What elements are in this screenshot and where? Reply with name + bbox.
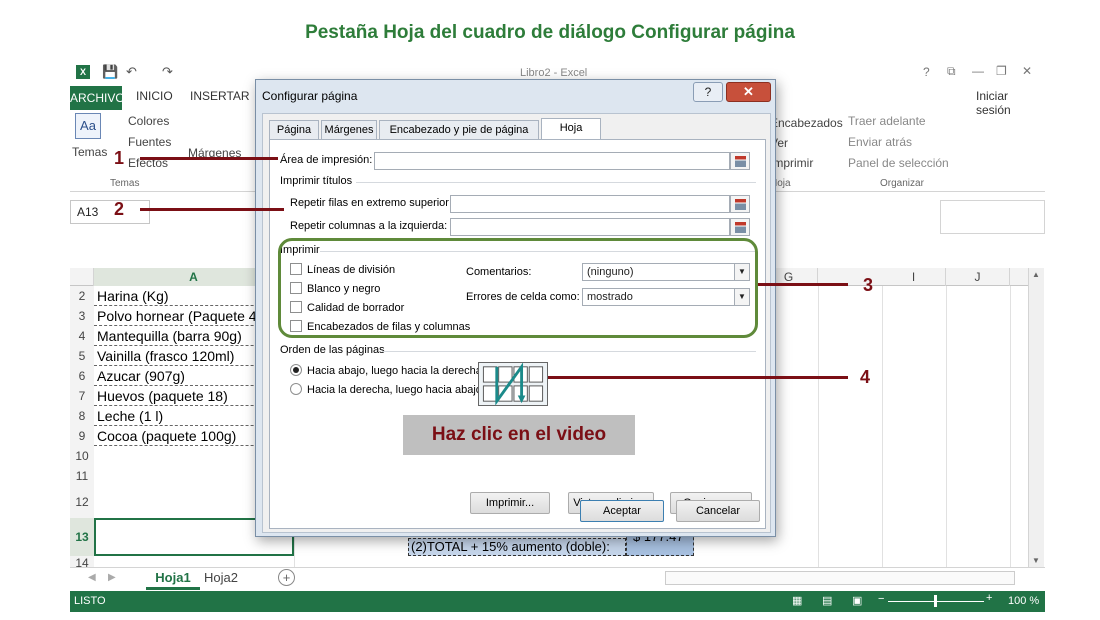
row-header-5[interactable]: 5 [70,346,94,366]
print-titles-heading: Imprimir títulos [280,175,353,187]
close-icon[interactable]: ✕ [1022,64,1032,78]
row-header-10[interactable]: 10 [70,446,94,466]
page-break-icon[interactable]: ▣ [852,594,862,607]
sheet-tab-hoja2[interactable]: Hoja2 [204,570,238,585]
repeat-columns-input[interactable] [450,218,730,236]
excel-logo-icon: X [76,65,90,79]
tab-pagina[interactable]: Página [269,120,319,140]
dialog-close-button[interactable]: ✕ [726,82,771,102]
row-header-8[interactable]: 8 [70,406,94,426]
zoom-out-icon[interactable]: − [878,593,884,605]
print-button[interactable]: Imprimir... [470,492,550,514]
themes-icon[interactable]: Aa [75,113,101,139]
themes-button-label[interactable]: Temas [72,145,107,159]
repeat-rows-ref-icon[interactable] [730,195,750,213]
tab-encabezado[interactable]: Encabezado y pie de página [379,120,539,140]
cancel-button[interactable]: Cancelar [676,500,760,522]
restore-icon[interactable]: ❐ [996,64,1007,78]
bring-forward-button[interactable]: Traer adelante [848,114,926,128]
repeat-rows-input[interactable] [450,195,730,213]
callout-line-3 [758,283,848,286]
radio-down-then-over[interactable] [290,364,302,376]
dialog-help-button[interactable]: ? [693,82,723,102]
scroll-up-icon[interactable]: ▲ [1032,270,1040,279]
colors-button[interactable]: Colores [128,114,169,128]
row-header-9[interactable]: 9 [70,426,94,446]
zoom-thumb[interactable] [934,595,937,607]
select-all-corner[interactable] [70,268,94,286]
repeat-rows-label: Repetir filas en extremo superior: [290,197,453,209]
save-icon[interactable]: 💾 [102,64,118,80]
highlight-print-section [278,238,758,338]
normal-view-icon[interactable]: ▦ [792,594,802,607]
headings-label: Encabezados [770,116,843,130]
sheet-tab-hoja1[interactable]: Hoja1 [146,568,200,590]
scroll-down-icon[interactable]: ▼ [1032,556,1040,565]
accept-button[interactable]: Aceptar [580,500,664,522]
row-header-2[interactable]: 2 [70,286,94,306]
sheet-tabs-bar: ◀ ▶ Hoja1 Hoja2 + [70,567,1045,591]
group-temas: Temas [110,178,140,189]
tab-insertar[interactable]: INSERTAR [190,89,250,103]
name-box[interactable]: A13 [70,200,150,224]
row-header-7[interactable]: 7 [70,386,94,406]
zoom-in-icon[interactable]: + [986,592,992,604]
column-header-i[interactable]: I [882,268,946,286]
callout-line-4 [548,376,848,379]
repeat-columns-label: Repetir columnas a la izquierda: [290,220,448,232]
formula-input[interactable] [940,200,1045,234]
tab-archivo[interactable]: ARCHIVO [70,86,125,110]
ribbon-display-icon[interactable]: ⧉ [947,64,956,79]
print-area-ref-icon[interactable] [730,152,750,170]
add-sheet-icon[interactable]: + [278,569,295,586]
minimize-icon[interactable]: — [972,64,984,78]
tab-margenes[interactable]: Márgenes [321,120,377,140]
redo-icon[interactable]: ↷ [162,64,173,80]
page-layout-icon[interactable]: ▤ [822,594,832,607]
row-header-11[interactable]: 11 [70,466,94,486]
row-header-6[interactable]: 6 [70,366,94,386]
zoom-level: 100 % [1008,595,1040,607]
radio-down-then-over-label: Hacia abajo, luego hacia la derecha [307,365,482,377]
group-organizar: Organizar [880,178,924,189]
sheet-prev-icon[interactable]: ◀ [88,572,96,583]
print-area-label: Área de impresión: [280,154,373,166]
page-order-icon [478,362,548,406]
tab-inicio[interactable]: INICIO [136,89,173,103]
callout-4: 4 [860,367,871,387]
dialog-title: Configurar página [262,89,358,103]
radio-over-then-down[interactable] [290,383,302,395]
video-banner[interactable]: Haz clic en el video [403,415,635,455]
print-checkbox-label[interactable]: Imprimir [770,156,813,170]
repeat-columns-ref-icon[interactable] [730,218,750,236]
row-header-12[interactable]: 12 [70,486,94,518]
callout-1: 1 [114,148,125,168]
callout-3: 3 [863,275,874,295]
callout-2: 2 [114,199,125,219]
print-area-input[interactable] [374,152,730,170]
selection-pane-button[interactable]: Panel de selección [848,156,949,170]
undo-icon[interactable]: ↶ [126,64,137,80]
status-bar: LISTO ▦ ▤ ▣ − + 100 % [70,591,1045,612]
tab-hoja[interactable]: Hoja [541,118,601,140]
window-title: Libro2 - Excel [520,67,588,79]
vertical-scrollbar[interactable]: ▲ ▼ [1028,268,1044,570]
status-text: LISTO [74,595,106,607]
help-icon[interactable]: ? [923,65,930,79]
horizontal-scrollbar[interactable] [665,571,1015,585]
page-order-heading: Orden de las páginas [280,344,385,356]
row-header-4[interactable]: 4 [70,326,94,346]
total-label-cell[interactable]: (2)TOTAL + 15% aumento (doble): [408,538,626,556]
column-header-j[interactable]: J [946,268,1010,286]
slide-title: Pestaña Hoja del cuadro de diálogo Confi… [305,22,795,43]
fonts-button[interactable]: Fuentes [128,135,171,149]
callout-line-1 [140,157,278,160]
row-header-3[interactable]: 3 [70,306,94,326]
radio-over-then-down-label: Hacia la derecha, luego hacia abajo [307,384,482,396]
callout-line-2 [140,208,284,211]
send-backward-button[interactable]: Enviar atrás [848,135,912,149]
sheet-next-icon[interactable]: ▶ [108,572,116,583]
row-header-13[interactable]: 13 [70,518,94,556]
